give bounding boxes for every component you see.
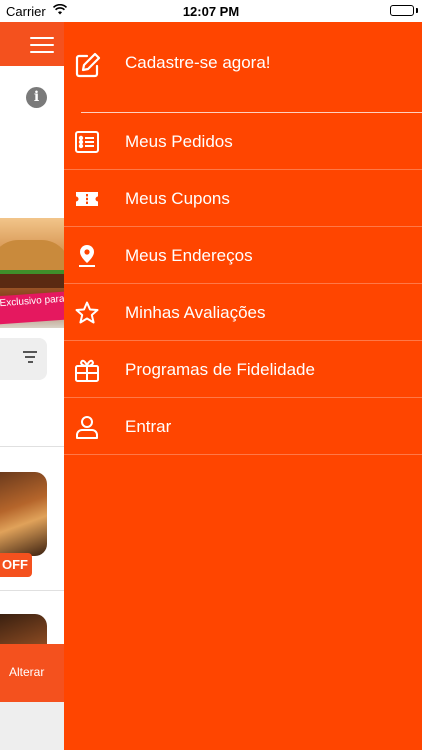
promo-banner[interactable]: Exclusivo para pedidos Online xyxy=(0,218,64,328)
signup-item[interactable]: Cadastre-se agora! xyxy=(64,22,422,106)
menu-item-meus-enderecos[interactable]: Meus Endereços xyxy=(64,227,422,284)
list-icon xyxy=(74,129,100,155)
clock: 12:07 PM xyxy=(182,4,240,19)
banner-text: Exclusivo para pedidos Online xyxy=(0,289,64,310)
menu-item-minhas-avaliacoes[interactable]: Minhas Avaliações xyxy=(64,284,422,341)
alterar-button[interactable]: Alterar xyxy=(9,665,44,679)
divider xyxy=(0,590,64,591)
filter-icon[interactable] xyxy=(23,351,37,366)
burger-patty xyxy=(0,274,64,288)
restaurant-card-image[interactable] xyxy=(0,614,47,644)
menu-item-label: Entrar xyxy=(125,417,172,436)
bottom-bar xyxy=(0,702,64,750)
divider xyxy=(64,454,422,455)
menu-item-label: Meus Endereços xyxy=(125,246,253,265)
user-icon xyxy=(74,414,100,440)
app-header xyxy=(0,22,64,66)
hamburger-menu-icon[interactable] xyxy=(30,37,54,53)
burger-bun xyxy=(0,240,64,274)
menu-item-label: Meus Cupons xyxy=(125,189,230,208)
menu-item-meus-pedidos[interactable]: Meus Pedidos xyxy=(64,113,422,170)
edit-icon xyxy=(74,51,102,79)
menu-item-label: Programas de Fidelidade xyxy=(125,360,315,379)
restaurant-card-image[interactable] xyxy=(0,472,47,556)
signup-label: Cadastre-se agora! xyxy=(125,53,271,72)
discount-badge: OFF xyxy=(0,553,32,577)
banner-tag: Exclusivo para pedidos Online xyxy=(0,289,64,325)
battery-icon xyxy=(390,5,414,16)
background-app: i Exclusivo para pedidos Online OFF Alte… xyxy=(0,22,64,750)
star-icon xyxy=(74,300,100,326)
menu-item-label: Minhas Avaliações xyxy=(125,303,266,322)
info-icon[interactable]: i xyxy=(26,87,47,108)
location-pin-icon xyxy=(74,243,100,269)
menu-item-programas-de-fidelidade[interactable]: Programas de Fidelidade xyxy=(64,341,422,398)
status-bar: Carrier 12:07 PM xyxy=(0,0,422,22)
divider xyxy=(0,446,64,447)
menu-item-meus-cupons[interactable]: Meus Cupons xyxy=(64,170,422,227)
search-filter-bar[interactable] xyxy=(0,338,47,380)
menu-item-entrar[interactable]: Entrar xyxy=(64,398,422,455)
change-address-bar[interactable]: Alterar xyxy=(0,644,64,702)
side-drawer: Cadastre-se agora! Meus Pedidos Meus Cup… xyxy=(64,22,422,750)
battery-tip xyxy=(416,8,418,13)
gift-icon xyxy=(74,357,100,383)
ticket-icon xyxy=(74,186,100,212)
menu-item-label: Meus Pedidos xyxy=(125,132,233,151)
